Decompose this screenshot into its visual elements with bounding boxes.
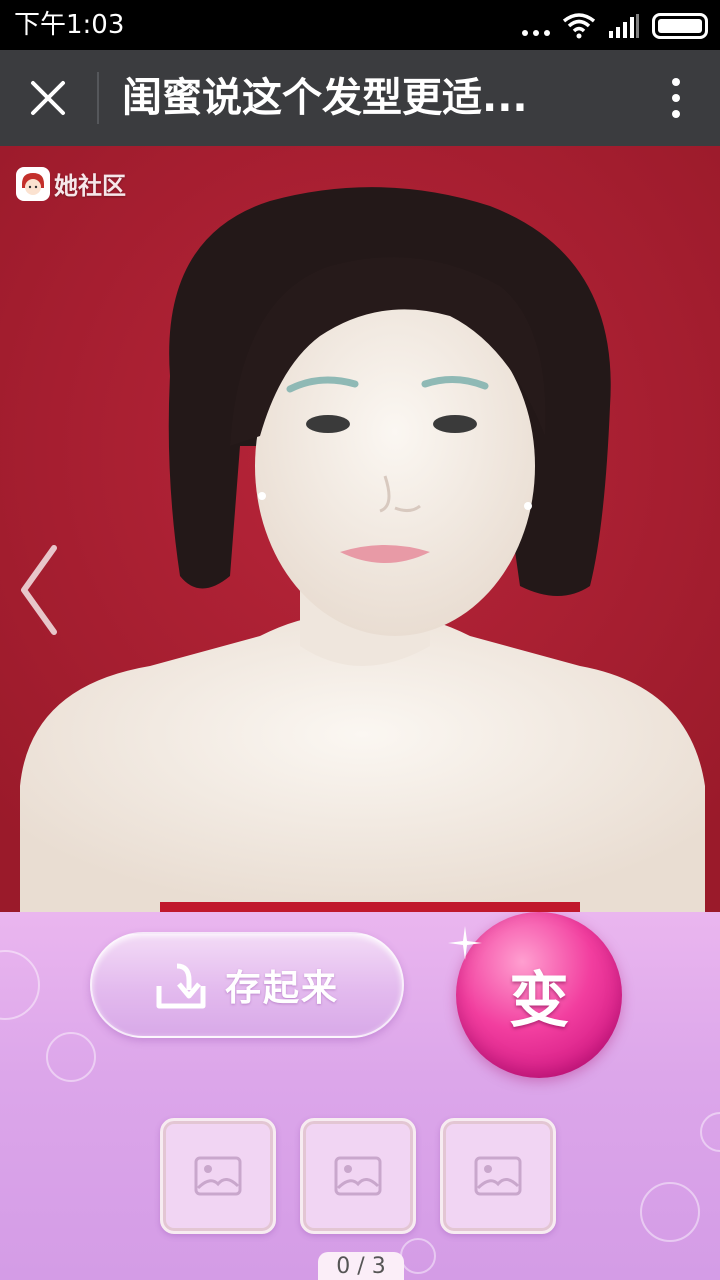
image-placeholder-icon — [194, 1156, 242, 1196]
download-icon — [156, 963, 206, 1009]
signal-icon — [609, 14, 639, 38]
brand-avatar-icon — [16, 166, 50, 201]
more-vertical-icon — [672, 78, 680, 86]
thumbnail-slot[interactable] — [300, 1118, 416, 1234]
decorative-bubble — [400, 1238, 436, 1274]
chevron-left-icon — [21, 545, 57, 635]
image-placeholder-icon — [334, 1156, 382, 1196]
status-icons — [522, 10, 708, 42]
nav-bar: 闺蜜说这个发型更适... — [0, 50, 720, 146]
brand-name: 她社区 — [54, 172, 126, 200]
previous-arrow-button[interactable] — [14, 542, 66, 638]
nav-divider — [97, 72, 99, 124]
status-bar: 下午1:03 — [0, 0, 720, 50]
more-menu-button[interactable] — [656, 78, 696, 118]
change-button-label: 变 — [509, 965, 569, 1036]
close-button[interactable] — [18, 68, 78, 128]
image-placeholder-icon — [474, 1156, 522, 1196]
wifi-icon — [562, 13, 596, 39]
sparkle-icon — [448, 926, 482, 960]
save-button[interactable]: 存起来 — [90, 932, 404, 1038]
save-button-label: 存起来 — [224, 968, 339, 1009]
decorative-bubble — [46, 1032, 96, 1082]
thumbnail-slot[interactable] — [440, 1118, 556, 1234]
brand-logo: 她社区 — [16, 166, 126, 201]
decorative-bubble — [0, 950, 40, 1020]
status-time: 下午1:03 — [14, 10, 125, 40]
battery-icon — [652, 13, 708, 39]
page-indicator: 0 / 3 — [318, 1252, 404, 1280]
page-title: 闺蜜说这个发型更适... — [122, 75, 528, 121]
thumbnail-slot[interactable] — [160, 1118, 276, 1234]
portrait-image — [0, 146, 720, 912]
photo-viewer: 她社区 — [0, 146, 720, 912]
decorative-bubble — [700, 1112, 720, 1152]
more-dots-icon — [522, 16, 550, 36]
bottom-panel: 存起来 变 0 / 3 — [0, 912, 720, 1280]
close-icon — [31, 81, 65, 115]
decorative-bubble — [640, 1182, 700, 1242]
